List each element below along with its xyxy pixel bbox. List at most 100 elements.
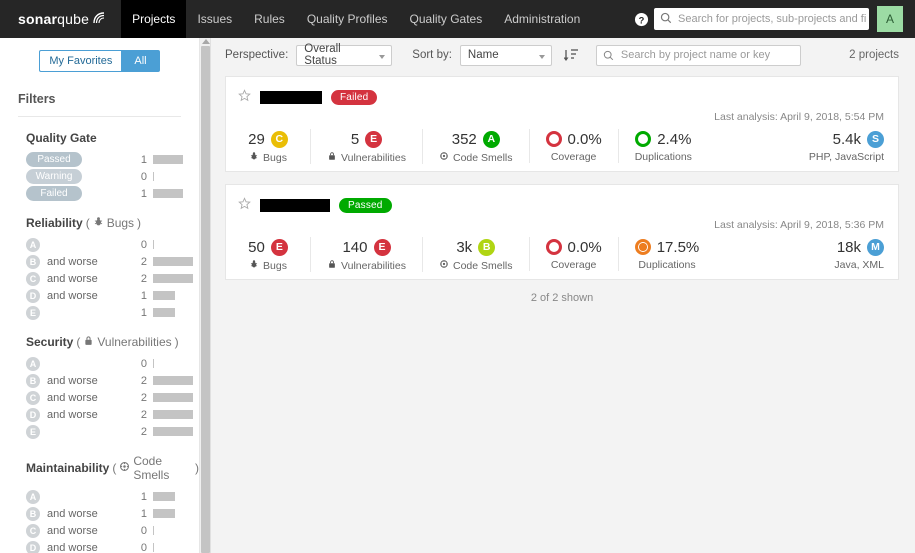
measure-name-text: Vulnerabilities (341, 259, 406, 272)
facet-bar (153, 393, 193, 402)
measure-duplications[interactable]: 2.4% Duplications (617, 129, 708, 163)
facet-row-maintainability-b[interactable]: B and worse 1 (0, 505, 199, 522)
facet-row-security-b[interactable]: B and worse 2 (0, 372, 199, 389)
facet-row-maintainability-c[interactable]: C and worse 0 (0, 522, 199, 539)
facet-title-text: Security (26, 335, 74, 349)
measure-value: 5 (350, 130, 360, 148)
measure-bugs[interactable]: 29 C Bugs (238, 129, 310, 164)
measure-duplications[interactable]: 17.5% Duplications (617, 237, 716, 271)
measure-value-row: 0.0% (545, 237, 602, 257)
brand-light-text: qube (57, 11, 90, 27)
project-card-header: Passed (238, 196, 884, 214)
facet-bar (153, 526, 154, 535)
project-search-box[interactable] (595, 44, 801, 66)
sortby-select[interactable]: Name (459, 44, 552, 66)
facet-count: 2 (140, 408, 147, 421)
project-count-label: 2 projects (849, 49, 899, 61)
size-value-row: 18k M (834, 237, 884, 257)
measure-value: 0.0% (567, 130, 602, 148)
sidebar-scrollbar-thumb[interactable] (201, 46, 210, 553)
rating-badge-c: C (270, 130, 288, 148)
filters-heading: Filters (18, 92, 56, 106)
facet-row-label: A (26, 237, 131, 252)
coverage-donut-icon (545, 131, 562, 147)
sidebar-divider (18, 116, 181, 117)
measure-label: Code Smells (439, 151, 513, 164)
nav-item-rules[interactable]: Rules (243, 0, 296, 38)
code-smell-icon (439, 259, 449, 272)
facet-row-reliability-a[interactable]: A 0 (0, 236, 199, 253)
measure-bugs[interactable]: 50 E Bugs (238, 237, 310, 272)
facet-paren-close: ) (195, 461, 199, 475)
rating-badge-e: E (270, 238, 288, 256)
nav-item-quality-profiles[interactable]: Quality Profiles (296, 0, 399, 38)
favorite-star-icon[interactable] (238, 197, 251, 213)
facet-row-reliability-c[interactable]: C and worse 2 (0, 270, 199, 287)
measure-value-row: 140 E (342, 237, 391, 257)
facet-subtitle-text: Bugs (106, 216, 135, 230)
project-card[interactable]: Passed Last analysis: April 9, 2018, 5:3… (225, 184, 899, 280)
perspective-label: Perspective: (225, 49, 289, 61)
size-value: 5.4k (832, 130, 861, 148)
facet-row-security-c[interactable]: C and worse 2 (0, 389, 199, 406)
size-value-row: 5.4k S (809, 129, 884, 149)
measure-name-text: Code Smells (452, 259, 513, 272)
facet-subtitle-text: Vulnerabilities (97, 335, 172, 349)
favorite-star-icon[interactable] (238, 89, 251, 105)
measure-value-row: 29 C (248, 129, 288, 149)
facet-row-security-a[interactable]: A 0 (0, 355, 199, 372)
and-worse-text: and worse (47, 541, 98, 553)
measure-value-row: 17.5% (634, 237, 699, 257)
duplications-donut-icon (635, 131, 652, 147)
quality-gate-pill-failed: Failed (26, 186, 82, 201)
project-card[interactable]: Failed Last analysis: April 9, 2018, 5:5… (225, 76, 899, 172)
bug-icon (93, 216, 104, 230)
all-projects-button[interactable]: All (121, 50, 160, 72)
nav-item-quality-gates[interactable]: Quality Gates (399, 0, 494, 38)
rating-badge-e: E (373, 238, 391, 256)
perspective-value: Overall Status (304, 43, 341, 67)
measure-label: Bugs (249, 259, 287, 272)
rating-badge-e: E (26, 305, 40, 320)
measure-coverage[interactable]: 0.0% Coverage (528, 237, 618, 271)
nav-item-projects[interactable]: Projects (121, 0, 187, 38)
facet-row-quality-gate-passed[interactable]: Passed 1 (0, 151, 199, 168)
facet-row-security-d[interactable]: D and worse 2 (0, 406, 199, 423)
nav-item-administration[interactable]: Administration (493, 0, 591, 38)
facet-bar (153, 543, 154, 552)
facet-row-label: D and worse (26, 288, 131, 303)
facet-row-label: A (26, 489, 131, 504)
facet-row-maintainability-a[interactable]: A 1 (0, 488, 199, 505)
measure-code-smells[interactable]: 352 A Code Smells (421, 129, 529, 164)
sort-descending-icon[interactable] (563, 46, 580, 64)
facet-row-reliability-d[interactable]: D and worse 1 (0, 287, 199, 304)
last-analysis-date: Last analysis: April 9, 2018, 5:36 PM (714, 219, 884, 231)
facet-row-reliability-b[interactable]: B and worse 2 (0, 253, 199, 270)
facet-row-maintainability-d[interactable]: D and worse 0 (0, 539, 199, 553)
measure-value: 140 (342, 238, 368, 256)
facet-row-quality-gate-failed[interactable]: Failed 1 (0, 185, 199, 202)
scroll-up-arrow-icon[interactable] (202, 39, 210, 44)
my-favorites-button[interactable]: My Favorites (39, 50, 122, 72)
measure-code-smells[interactable]: 3k B Code Smells (421, 237, 529, 272)
facet-count: 1 (140, 507, 147, 520)
global-search-box[interactable] (654, 8, 869, 30)
project-name-redacted[interactable] (260, 198, 330, 212)
facet-row-security-e[interactable]: E 2 (0, 423, 199, 440)
project-search-input[interactable] (618, 46, 800, 64)
facet-maintainability: Maintainability ( Code Smells ) A 1 B an… (0, 454, 199, 553)
measure-coverage[interactable]: 0.0% Coverage (528, 129, 618, 163)
perspective-select[interactable]: Overall Status (296, 43, 393, 67)
user-avatar[interactable]: A (877, 6, 903, 32)
project-name-redacted[interactable] (260, 90, 322, 104)
measure-vulnerabilities[interactable]: 140 E Vulnerabilities (310, 237, 422, 272)
facet-row-reliability-e[interactable]: E 1 (0, 304, 199, 321)
search-icon (660, 12, 672, 27)
global-search-input[interactable] (676, 9, 869, 29)
facet-bar (153, 359, 154, 368)
sonarqube-logo[interactable]: sonar qube (0, 0, 121, 38)
measure-vulnerabilities[interactable]: 5 E Vulnerabilities (310, 129, 422, 164)
nav-item-issues[interactable]: Issues (186, 0, 243, 38)
help-circle-icon[interactable]: ? (628, 0, 654, 38)
facet-row-quality-gate-warning[interactable]: Warning 0 (0, 168, 199, 185)
